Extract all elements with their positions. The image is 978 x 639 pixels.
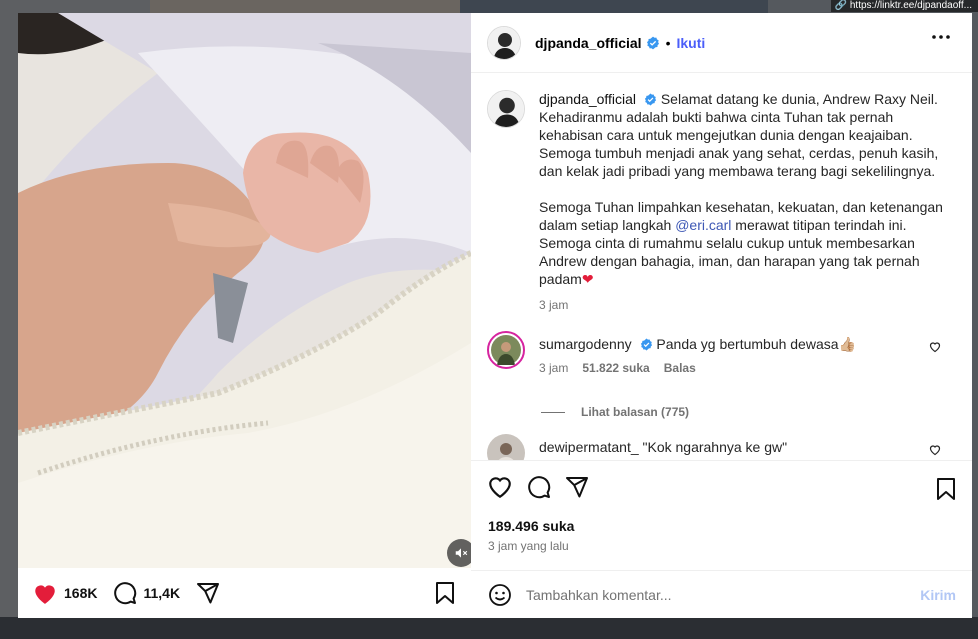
comment-item: sumargodenny Panda yg bertumbuh dewasa👍🏼… <box>487 331 957 377</box>
post-details-panel: djpanda_official • Ikuti djpanda_officia… <box>471 13 972 618</box>
commenter-avatar-image <box>491 335 521 365</box>
verified-badge-icon <box>644 93 657 106</box>
comment-text: "Kok ngarahnya ke gw" <box>642 439 788 455</box>
commenter-avatar[interactable] <box>487 434 525 460</box>
media-like-count: 168K <box>64 585 98 601</box>
comment-icon[interactable] <box>527 475 551 499</box>
post-caption: djpanda_official Selamat datang ke dunia… <box>487 90 957 314</box>
post-media[interactable] <box>18 13 471 568</box>
commenter-username[interactable]: dewipermatant_ <box>539 439 639 455</box>
media-comment-count: 11,4K <box>143 585 181 601</box>
media-share-button[interactable] <box>196 581 220 605</box>
author-username[interactable]: djpanda_official <box>535 35 642 51</box>
bookmark-icon[interactable] <box>936 477 956 501</box>
commenter-avatar[interactable] <box>487 331 525 369</box>
speaker-muted-icon <box>455 548 468 558</box>
comment-composer: Kirim <box>471 570 972 618</box>
replies-divider <box>541 411 565 413</box>
caption-avatar[interactable] <box>487 90 525 128</box>
heart-filled-icon <box>35 585 55 604</box>
heart-emoji: ❤ <box>581 271 594 287</box>
more-options-icon[interactable] <box>932 35 950 39</box>
comment-time: 3 jam <box>539 361 569 375</box>
media-like-button[interactable]: 168K <box>32 581 97 605</box>
reply-button[interactable]: Balas <box>664 359 696 377</box>
link-icon: 🔗 <box>834 0 848 11</box>
header-separator: • <box>665 34 671 51</box>
like-heart-icon[interactable] <box>487 475 513 499</box>
mute-toggle-button[interactable] <box>447 539 471 567</box>
caption-username[interactable]: djpanda_official <box>539 91 636 107</box>
follow-button[interactable]: Ikuti <box>676 35 705 51</box>
likes-count[interactable]: 189.496 suka <box>488 518 574 534</box>
author-avatar-image <box>488 26 520 59</box>
comment-like-heart-icon[interactable] <box>929 444 941 456</box>
post-timestamp: 3 jam yang lalu <box>488 539 569 553</box>
post-header: djpanda_official • Ikuti <box>471 13 972 73</box>
comment-body: dewipermatant_ "Kok ngarahnya ke gw" <box>539 434 787 460</box>
post-actions: 189.496 suka 3 jam yang lalu <box>471 460 972 570</box>
share-icon[interactable] <box>565 475 589 499</box>
media-action-bar: 168K 11,4K <box>18 568 471 618</box>
commenter-avatar-image <box>487 434 525 460</box>
comment-text: Panda yg bertumbuh dewasa👍🏼 <box>656 336 856 352</box>
verified-badge-icon <box>640 338 652 351</box>
caption-time: 3 jam <box>539 298 569 312</box>
comment-item: dewipermatant_ "Kok ngarahnya ke gw" <box>487 434 957 460</box>
author-avatar[interactable] <box>487 25 521 60</box>
commenter-username[interactable]: sumargodenny <box>539 336 632 352</box>
media-comment-button[interactable]: 11,4K <box>113 581 180 605</box>
comment-like-heart-icon[interactable] <box>929 341 941 353</box>
emoji-icon[interactable] <box>488 583 512 607</box>
bookmark-icon <box>436 582 454 604</box>
backdrop-grid-row <box>0 617 978 639</box>
caption-text: djpanda_official Selamat datang ke dunia… <box>539 90 955 314</box>
caption-avatar-image <box>488 91 524 127</box>
comment-body: sumargodenny Panda yg bertumbuh dewasa👍🏼… <box>539 331 856 377</box>
view-replies-button[interactable]: Lihat balasan (775) <box>541 405 689 419</box>
comment-icon <box>114 582 137 605</box>
mention-link[interactable]: @eri.carl <box>675 217 731 233</box>
comment-like-count[interactable]: 51.822 suka <box>582 359 649 377</box>
comments-section[interactable]: djpanda_official Selamat datang ke dunia… <box>471 74 972 460</box>
baby-photo <box>18 13 471 568</box>
send-comment-button[interactable]: Kirim <box>920 587 956 603</box>
view-replies-label: Lihat balasan (775) <box>581 405 690 419</box>
media-save-button[interactable] <box>435 581 455 610</box>
action-buttons <box>487 475 589 499</box>
bio-link[interactable]: 🔗 https://linktr.ee/djpandaoff... <box>830 0 978 12</box>
comment-input[interactable] <box>526 586 896 603</box>
share-icon <box>197 583 220 604</box>
comment-meta: 3 jam 51.822 suka Balas <box>539 359 856 377</box>
verified-badge-icon <box>646 36 659 49</box>
